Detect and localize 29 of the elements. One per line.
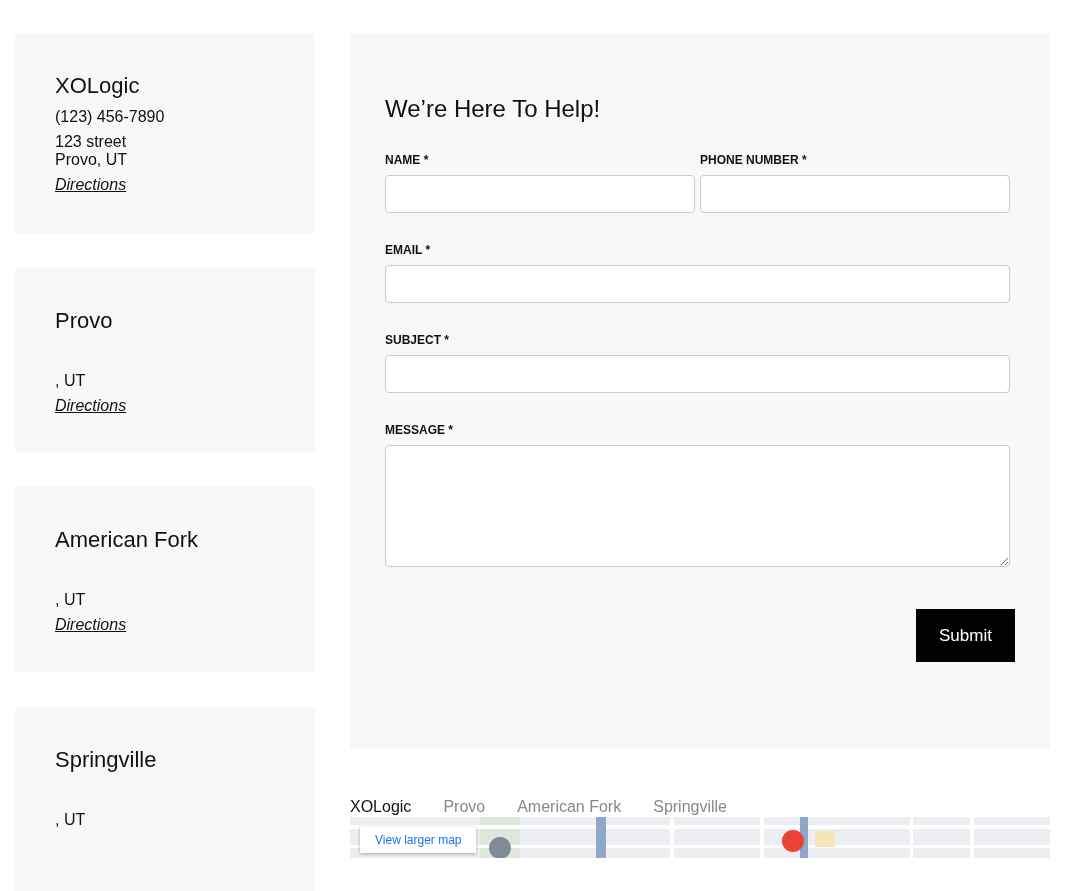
field-label: PHONE NUMBER * <box>700 153 807 167</box>
map-tab[interactable]: Provo <box>443 798 486 818</box>
directions-link[interactable]: Directions <box>55 395 127 416</box>
message-field[interactable] <box>385 445 1010 567</box>
location-name: Provo <box>55 307 113 334</box>
city-state: , UT <box>55 810 86 829</box>
location-name: Springville <box>55 746 157 773</box>
map-tab[interactable]: Springville <box>653 798 727 818</box>
phone-number: (123) 456-7890 <box>55 107 165 127</box>
input-field[interactable] <box>700 175 1010 213</box>
map-tab[interactable]: American Fork <box>517 798 622 818</box>
street-address: 123 street <box>55 133 127 151</box>
directions-link[interactable]: Directions <box>55 615 127 636</box>
field-label: SUBJECT * <box>385 333 449 347</box>
submit-button[interactable]: Submit <box>916 609 1015 662</box>
field-label: NAME * <box>385 153 429 167</box>
directions-link[interactable]: Directions <box>55 175 127 195</box>
field-label: EMAIL * <box>385 243 431 257</box>
view-larger-map-link[interactable]: View larger map <box>360 827 477 853</box>
input-field[interactable] <box>385 355 1010 393</box>
city-state: , UT <box>55 371 86 390</box>
location-name: XOLogic <box>55 73 140 99</box>
form-title: We’re Here To Help! <box>385 95 602 123</box>
field-label: MESSAGE * <box>385 423 453 437</box>
location-name: American Fork <box>55 527 199 554</box>
input-field[interactable] <box>385 175 695 213</box>
city-state: , UT <box>55 591 86 610</box>
city-state: Provo, UT <box>55 151 127 169</box>
input-field[interactable] <box>385 265 1010 303</box>
